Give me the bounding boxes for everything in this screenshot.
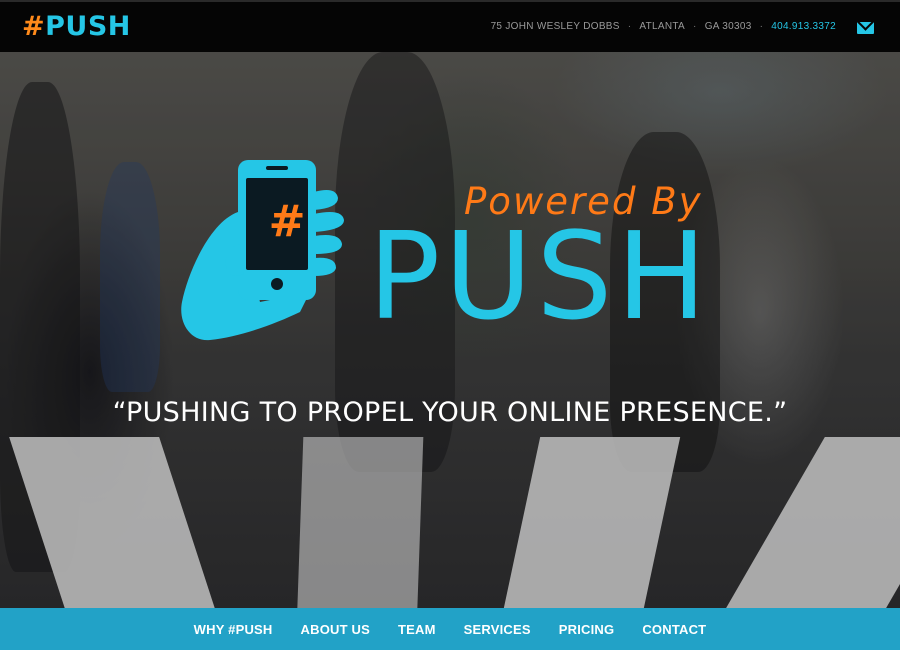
separator: · <box>759 21 764 32</box>
address-zip: GA 30303 <box>704 21 752 32</box>
phone-screen-hash: # <box>268 196 306 247</box>
nav-item-why-push[interactable]: WHY #PUSH <box>194 622 273 637</box>
nav-item-services[interactable]: SERVICES <box>464 622 531 637</box>
site-logo[interactable]: #PUSH <box>22 11 131 42</box>
logo-hash: # <box>22 11 46 42</box>
hand-holding-phone-icon <box>181 160 344 341</box>
separator: · <box>627 21 632 32</box>
nav-item-team[interactable]: TEAM <box>398 622 436 637</box>
top-bar: #PUSH 75 JOHN WESLEY DOBBS · ATLANTA · G… <box>0 0 900 52</box>
contact-info: 75 JOHN WESLEY DOBBS · ATLANTA · GA 3030… <box>491 21 836 32</box>
phone-link[interactable]: 404.913.3372 <box>771 21 836 32</box>
main-nav: WHY #PUSH ABOUT US TEAM SERVICES PRICING… <box>0 608 900 650</box>
nav-item-pricing[interactable]: PRICING <box>559 622 615 637</box>
address-city: ATLANTA <box>639 21 686 32</box>
powered-by-push-logo: # Powered By PUSH <box>180 152 740 352</box>
push-brand-word: PUSH <box>368 208 711 347</box>
envelope-icon[interactable] <box>857 22 874 34</box>
address-street: 75 JOHN WESLEY DOBBS <box>490 21 620 32</box>
hero-tagline: “PUSHING TO PROPEL YOUR ONLINE PRESENCE.… <box>112 397 788 428</box>
separator: · <box>693 21 697 32</box>
nav-item-contact[interactable]: CONTACT <box>642 622 706 637</box>
nav-item-about-us[interactable]: ABOUT US <box>301 622 371 637</box>
hero-banner: # Powered By PUSH “PUSHING TO PROPEL YOU… <box>0 52 900 608</box>
logo-text: PUSH <box>45 11 131 42</box>
